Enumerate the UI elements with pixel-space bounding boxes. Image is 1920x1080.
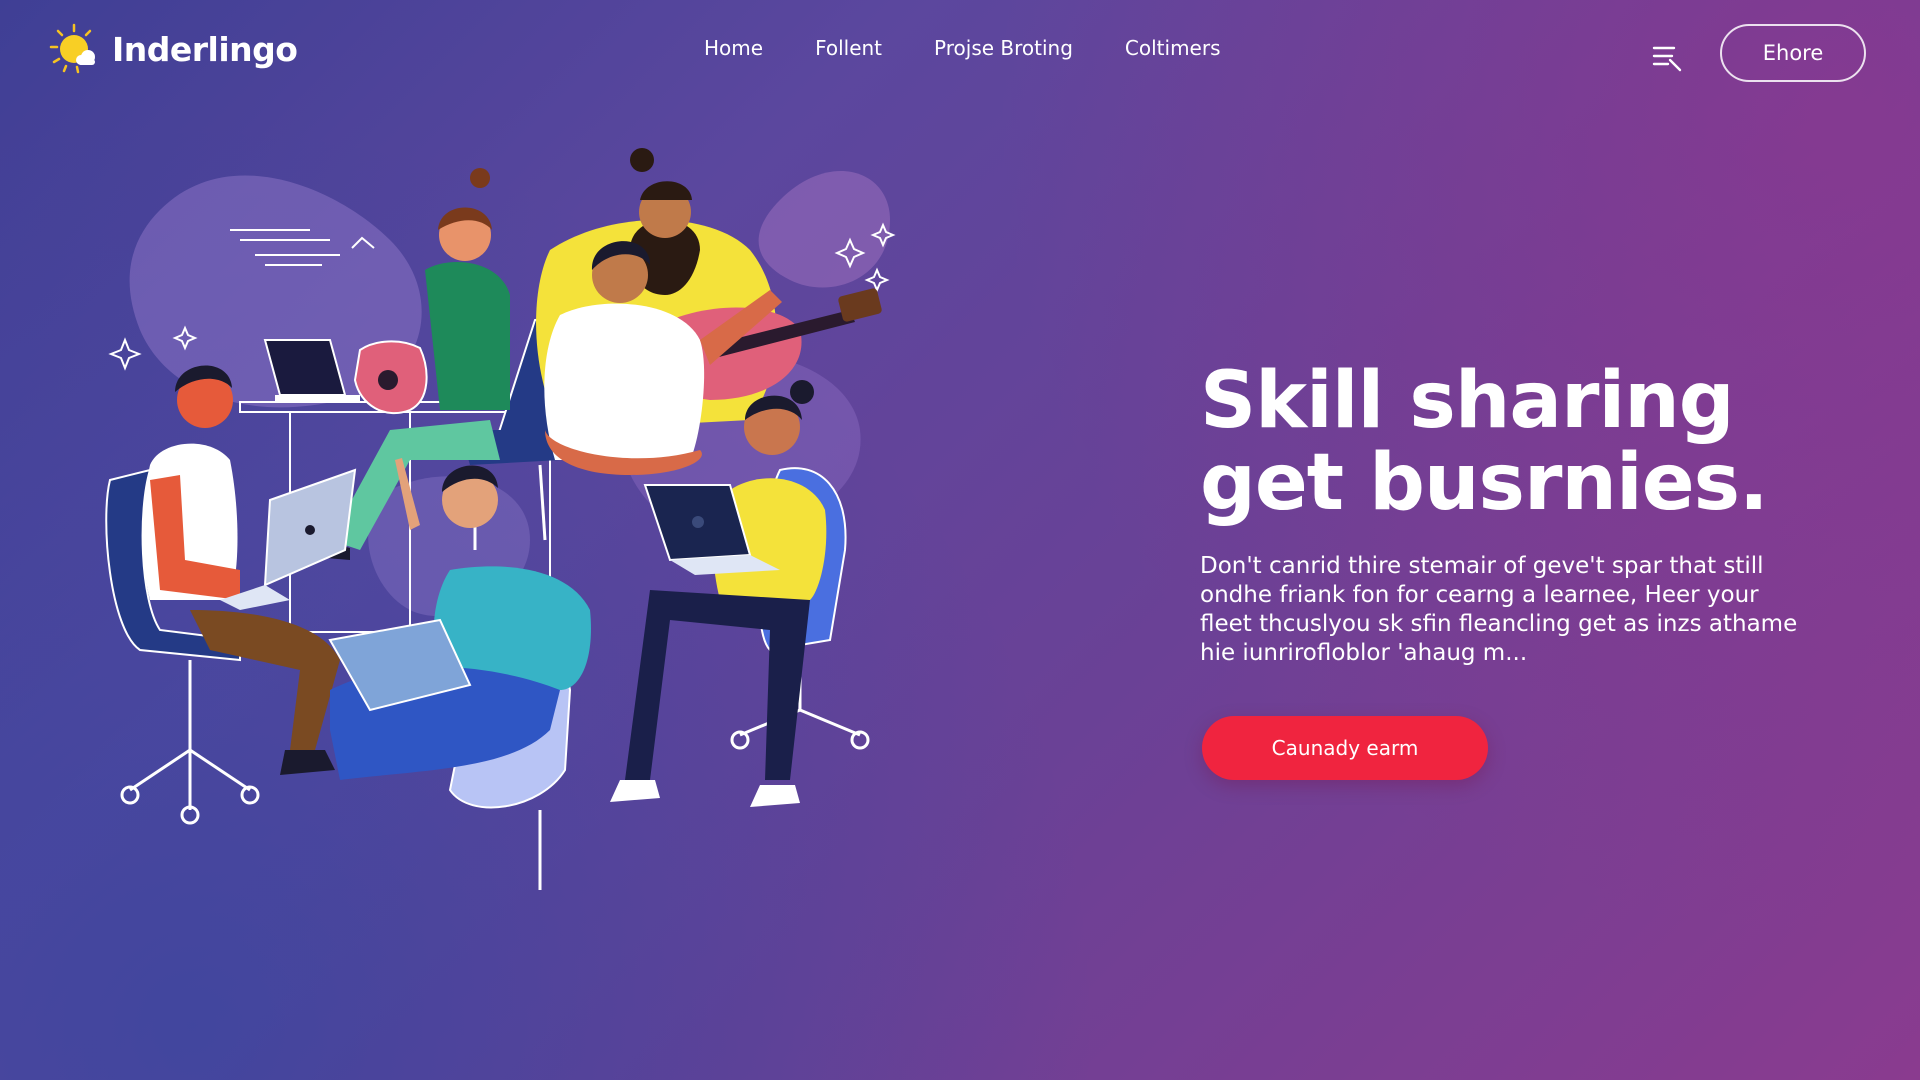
hero-description-line: Don't canrid thire stemair of geve't spa… bbox=[1200, 553, 1764, 579]
hero-title: Skill sharing get busrnies. bbox=[1200, 360, 1880, 524]
cta-button[interactable]: Caunady earm bbox=[1202, 716, 1488, 780]
brand-logo[interactable]: Inderlingo bbox=[48, 22, 298, 76]
hero-description-line: fleet thcuslyou sk sfin fleancling get a… bbox=[1200, 611, 1798, 637]
hero-title-line: Skill sharing bbox=[1200, 356, 1735, 446]
brand-name: Inderlingo bbox=[112, 29, 298, 69]
hero-description-line: hie iunrirofloblor 'ahaug m... bbox=[1200, 640, 1528, 666]
hero-section: Skill sharing get busrnies. Don't canrid… bbox=[1200, 360, 1880, 668]
sun-cloud-icon bbox=[49, 23, 95, 74]
person-orange-shirt bbox=[142, 365, 340, 775]
site-header: Inderlingo Home Follent Projse Broting C… bbox=[0, 0, 1920, 110]
hero-title-line: get busrnies. bbox=[1200, 438, 1769, 528]
nav-item-home[interactable]: Home bbox=[704, 36, 763, 60]
people-collaborating-illustration bbox=[105, 148, 896, 890]
nav-item-projse-broting[interactable]: Projse Broting bbox=[934, 36, 1073, 60]
nav-item-follent[interactable]: Follent bbox=[815, 36, 882, 60]
background-blob bbox=[758, 171, 890, 288]
nav-item-coltimers[interactable]: Coltimers bbox=[1125, 36, 1221, 60]
laptop-icon bbox=[220, 468, 357, 610]
hero-description: Don't canrid thire stemair of geve't spa… bbox=[1200, 552, 1840, 668]
main-nav: Home Follent Projse Broting Coltimers bbox=[704, 36, 1221, 60]
header-button[interactable]: Ehore bbox=[1720, 24, 1866, 82]
hero-description-line: ondhe friank fon for cearng a learnee, H… bbox=[1200, 582, 1759, 608]
hamburger-menu-icon[interactable] bbox=[1650, 40, 1684, 74]
